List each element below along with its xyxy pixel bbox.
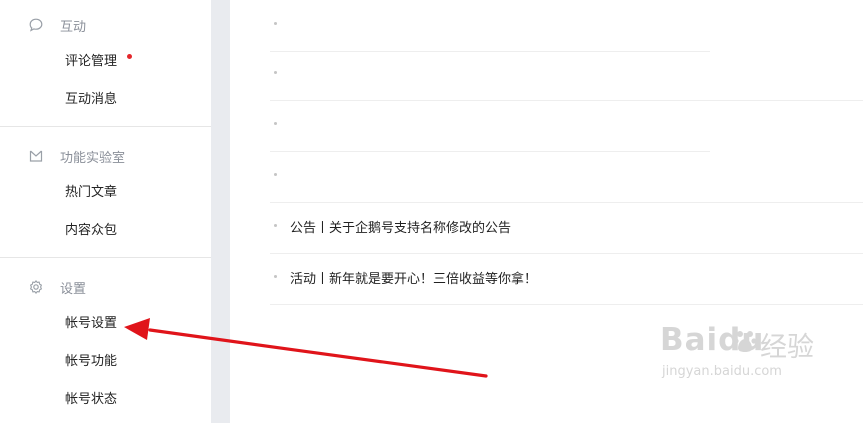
arrow-shaft	[148, 328, 488, 378]
arrow-head	[124, 318, 150, 340]
annotation-arrow	[124, 318, 488, 378]
